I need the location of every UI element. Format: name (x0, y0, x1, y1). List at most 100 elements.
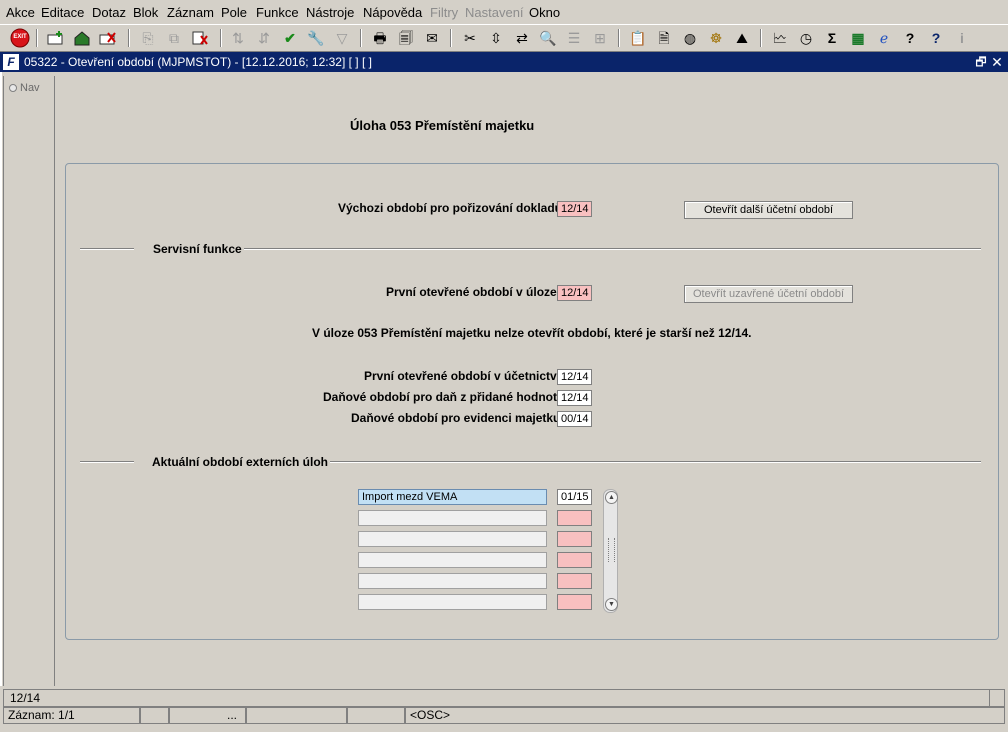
status-divider (989, 690, 992, 706)
report-icon[interactable]: 🗠 (770, 28, 790, 48)
menu-pole[interactable]: Pole (221, 5, 247, 20)
status-cell (347, 707, 405, 724)
external-rows-scrollbar[interactable]: ▲ ▼ (603, 489, 618, 613)
menu-filtry: Filtry (430, 5, 459, 20)
first-open-accounting-field[interactable]: 12/14 (557, 369, 592, 385)
menu-nastroje[interactable]: Nástroje (306, 5, 354, 20)
toolbar-separator (760, 29, 762, 47)
window-title: 05322 - Otevření období (MJPMSTOT) - [12… (24, 55, 372, 69)
external-task-period[interactable] (557, 594, 592, 610)
toolbar: EXIT ⎘ ⧉ ⇅ ⇵ ✔ 🔧 ▽ 🖶 🗐 ✉ ✂ ⇳ ⇄ 🔍 ☰ ⊞ 📋 🗎… (0, 24, 1008, 52)
list-icon[interactable]: ☰ (564, 28, 584, 48)
menu-zaznam[interactable]: Záznam (167, 5, 214, 20)
export-icon[interactable]: ⇄ (512, 28, 532, 48)
scroll-down-icon[interactable]: ▼ (605, 598, 618, 611)
group-line (244, 248, 981, 250)
toolbar-separator (128, 29, 130, 47)
close-icon[interactable]: ✕ (989, 53, 1005, 71)
print-preview-icon[interactable]: 🗐 (396, 28, 416, 48)
info-icon[interactable]: i (952, 28, 972, 48)
group-line (326, 461, 981, 463)
menu-nastaveni: Nastavení (465, 5, 524, 20)
external-task-name[interactable] (358, 510, 547, 526)
internet-icon[interactable]: ℯ (874, 28, 894, 48)
find-icon[interactable]: 🔍 (538, 28, 558, 48)
tree-icon[interactable]: ⊞ (590, 28, 610, 48)
external-task-name[interactable] (358, 552, 547, 568)
info-message: V úloze 053 Přemístění majetku nelze ote… (312, 326, 752, 340)
paste-icon[interactable]: ⧉ (164, 28, 184, 48)
toolbar-separator (450, 29, 452, 47)
confirm-icon[interactable]: ✔ (280, 28, 300, 48)
globe-icon[interactable]: ◍ (680, 28, 700, 48)
external-task-name[interactable] (358, 531, 547, 547)
external-task-period[interactable] (557, 531, 592, 547)
toolbar-separator (220, 29, 222, 47)
external-group-title: Aktuální období externích úloh (150, 455, 331, 469)
scroll-grip[interactable] (608, 538, 615, 562)
menu-akce[interactable]: Akce (6, 5, 35, 20)
default-period-field[interactable]: 12/14 (557, 201, 592, 217)
excel-icon[interactable]: ▦ (848, 28, 868, 48)
app-icon: F (3, 54, 19, 70)
asset-tax-period-field[interactable]: 00/14 (557, 411, 592, 427)
mail-icon[interactable]: ✉ (422, 28, 442, 48)
filter-icon[interactable]: ▽ (332, 28, 352, 48)
group-line (80, 248, 134, 250)
message-line: 12/14 (3, 689, 1005, 707)
nav-label[interactable]: Nav (20, 82, 40, 94)
document-icon[interactable]: 📋 (628, 28, 648, 48)
status-message: 12/14 (10, 691, 41, 705)
delete-record-icon[interactable] (98, 28, 118, 48)
external-task-name[interactable] (358, 594, 547, 610)
save-icon[interactable]: 🗎 (654, 28, 674, 48)
menu-blok[interactable]: Blok (133, 5, 158, 20)
menu-funkce[interactable]: Funkce (256, 5, 299, 20)
duplicate-record-icon[interactable] (72, 28, 92, 48)
first-open-task-label: První otevřené období v úloze (386, 285, 557, 299)
help-context-icon[interactable]: ? (900, 28, 920, 48)
scroll-up-icon[interactable]: ▲ (605, 491, 618, 504)
insert-record-icon[interactable] (46, 28, 66, 48)
nav-panel: Nav (3, 76, 55, 686)
status-cell (246, 707, 347, 724)
first-open-task-field[interactable]: 12/14 (557, 285, 592, 301)
toolbar-separator (618, 29, 620, 47)
status-cell (140, 707, 169, 724)
menu-dotaz[interactable]: Dotaz (92, 5, 126, 20)
external-task-period[interactable] (557, 573, 592, 589)
wheel-icon[interactable]: ☸ (706, 28, 726, 48)
cut-icon[interactable]: ✂ (460, 28, 480, 48)
edit-field-icon[interactable]: ⇳ (486, 28, 506, 48)
menu-editace[interactable]: Editace (41, 5, 84, 20)
clear-icon[interactable] (190, 28, 210, 48)
first-open-accounting-label: První otevřené období v účetnictví (364, 369, 561, 383)
vat-period-field[interactable]: 12/14 (557, 390, 592, 406)
sum-icon[interactable]: Σ (822, 28, 842, 48)
help-icon[interactable]: ? (926, 28, 946, 48)
exit-label: EXIT (13, 34, 27, 40)
external-task-period[interactable]: 01/15 (557, 489, 592, 505)
menu-napoveda[interactable]: Nápověda (363, 5, 422, 20)
restore-icon[interactable]: 🗗 (973, 53, 989, 71)
chart-icon[interactable]: ⛰ (732, 28, 752, 48)
status-ellipsis: ... (169, 707, 246, 724)
asset-tax-period-label: Daňové období pro evidenci majetku (351, 411, 561, 425)
status-mode: <OSC> (405, 707, 1005, 724)
print-icon[interactable]: 🖶 (370, 28, 390, 48)
external-task-name[interactable] (358, 573, 547, 589)
sort-descending-icon[interactable]: ⇵ (254, 28, 274, 48)
menu-okno[interactable]: Okno (529, 5, 560, 20)
copy-icon[interactable]: ⎘ (138, 28, 158, 48)
wrench-icon[interactable]: 🔧 (306, 28, 326, 48)
vat-period-label: Daňové období pro daň z přidané hodnoty (323, 390, 564, 404)
nav-radio-icon[interactable] (9, 84, 17, 92)
external-task-name[interactable]: Import mezd VEMA (358, 489, 547, 505)
open-closed-period-button: Otevřít uzavřené účetní období (684, 285, 853, 303)
sort-ascending-icon[interactable]: ⇅ (228, 28, 248, 48)
external-task-period[interactable] (557, 510, 592, 526)
external-task-period[interactable] (557, 552, 592, 568)
open-next-period-button[interactable]: Otevřít další účetní období (684, 201, 853, 219)
service-group-title: Servisní funkce (151, 242, 244, 256)
clock-icon[interactable]: ◷ (796, 28, 816, 48)
